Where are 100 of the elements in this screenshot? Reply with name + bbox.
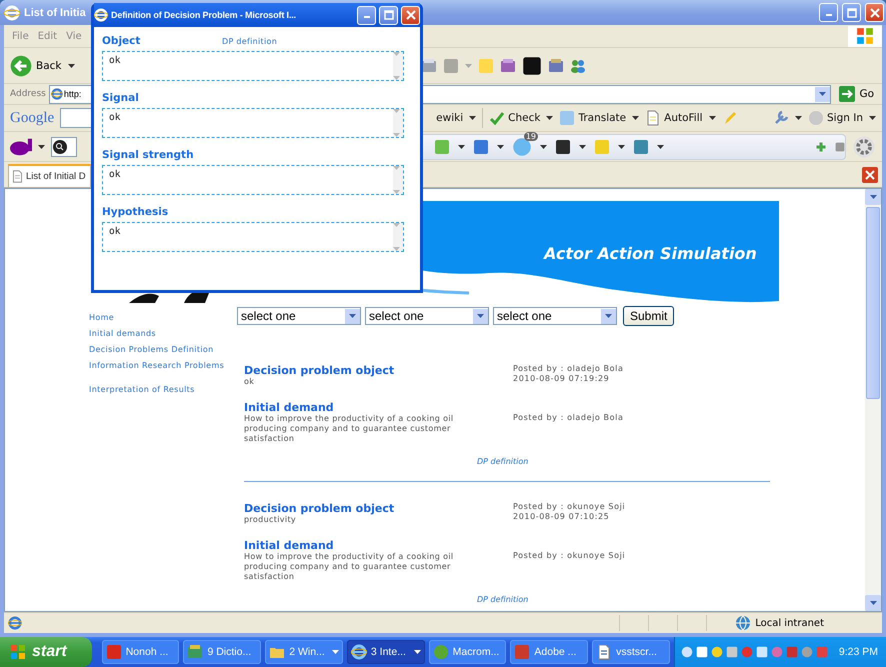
field-label: Signal strength — [102, 149, 195, 161]
tray-icon[interactable] — [740, 646, 753, 658]
mail-icon[interactable] — [473, 138, 489, 154]
submit-button[interactable]: Submit — [623, 306, 674, 326]
tray-icon[interactable] — [786, 646, 798, 658]
tray-icon[interactable] — [680, 646, 693, 658]
nav-link[interactable]: Initial demands — [89, 329, 229, 339]
caret-icon — [546, 116, 554, 120]
text-area[interactable]: ok — [102, 222, 404, 252]
toolbar-button[interactable]: ewiki — [436, 112, 464, 124]
nav-link[interactable]: Decision Problems Definition — [89, 345, 229, 355]
posted-by: Posted by : oladejo Bola — [513, 412, 624, 424]
tray-icon[interactable] — [726, 646, 738, 658]
plus-icon[interactable] — [815, 140, 827, 152]
caret-icon — [458, 144, 465, 148]
security-zone: Local intranet — [755, 618, 824, 628]
search-icon — [52, 138, 68, 154]
toolbar-button[interactable]: Translate — [559, 110, 626, 126]
caret-icon — [819, 92, 826, 96]
tray-icon[interactable] — [816, 646, 828, 658]
search-field[interactable] — [51, 136, 77, 156]
close-icon — [406, 10, 416, 20]
definition-link[interactable]: DP definition — [477, 457, 528, 466]
scroll-down-icon — [393, 76, 400, 80]
minimize-button[interactable] — [819, 3, 838, 22]
taskbar-button[interactable]: 3 Inte... — [346, 640, 425, 664]
select-dropdown[interactable]: select one — [365, 307, 489, 325]
bookmark-icon[interactable] — [434, 138, 450, 154]
books-icon[interactable] — [548, 58, 564, 74]
back-button[interactable]: Back — [10, 54, 62, 76]
field-label: Signal — [102, 92, 140, 104]
caret-icon — [349, 314, 356, 318]
document-icon — [596, 644, 612, 660]
field-label: Hypothesis — [102, 206, 170, 218]
posted-by: Posted by : oladejo Bola — [513, 364, 624, 374]
document-icon — [514, 644, 530, 660]
nav-link[interactable]: Information Research Problems — [89, 361, 229, 371]
taskbar-button[interactable]: 9 Dictio... — [183, 640, 262, 664]
taskbar-button[interactable]: Nonoh ... — [102, 640, 180, 664]
caret-icon — [618, 144, 625, 148]
address-label: Address — [10, 89, 46, 99]
caret-icon — [579, 144, 586, 148]
flag-icon — [856, 27, 874, 45]
text-area[interactable]: ok — [102, 51, 404, 81]
browser-tab[interactable]: List of Initial D — [8, 164, 91, 187]
shield-icon[interactable] — [633, 138, 649, 154]
chart-icon[interactable] — [555, 138, 571, 154]
clock: 9:23 PM — [838, 646, 878, 658]
taskbar-button[interactable]: vsstscr... — [592, 640, 670, 664]
block-icon[interactable] — [522, 56, 542, 76]
close-button[interactable] — [401, 6, 420, 24]
sign-in-button[interactable]: Sign In — [808, 110, 863, 126]
translate-icon — [559, 110, 576, 126]
nav-link[interactable]: Home — [89, 313, 229, 323]
taskbar-button[interactable]: 2 Win... — [265, 640, 343, 664]
post-text: How to improve the productivity of a cooking oil producing company and to guarantee customer satisfaction — [244, 414, 454, 444]
taskbar-button[interactable]: Adobe ... — [510, 640, 588, 664]
taskbar-button[interactable]: Macrom... — [428, 640, 506, 664]
tray-icon[interactable] — [710, 646, 723, 658]
globe-icon — [735, 615, 752, 631]
post-value: ok — [244, 377, 256, 387]
scroll-up-icon — [393, 166, 400, 170]
edit-icon[interactable] — [500, 58, 516, 74]
wrench-icon[interactable] — [773, 110, 789, 126]
browser-icon — [4, 4, 20, 20]
window-title: List of Initia — [24, 6, 86, 18]
browser-icon — [350, 644, 367, 660]
text-area[interactable]: ok — [102, 108, 404, 138]
go-button[interactable]: Go — [837, 86, 876, 102]
definition-link[interactable]: DP definition — [477, 595, 528, 604]
nav-link[interactable]: Interpretation of Results — [89, 385, 229, 395]
caret-icon — [332, 650, 339, 654]
people-icon[interactable] — [570, 58, 586, 74]
page-icon[interactable] — [442, 58, 458, 74]
caret-icon — [497, 144, 504, 148]
select-dropdown[interactable]: select one — [237, 307, 361, 325]
tray-icon[interactable] — [696, 646, 708, 658]
scroll-down-icon — [393, 247, 400, 251]
post-value: productivity — [244, 515, 298, 525]
definition-link[interactable]: DP definition — [222, 37, 278, 46]
tray-icon[interactable] — [756, 646, 768, 658]
caret-icon — [464, 64, 472, 68]
caret-icon — [38, 144, 45, 148]
maximize-button[interactable] — [379, 6, 398, 24]
select-dropdown[interactable]: select one — [493, 307, 617, 325]
toolbar-button[interactable]: Check — [489, 110, 540, 126]
form-icon — [645, 110, 662, 126]
settings-icon[interactable] — [852, 134, 876, 158]
text-area[interactable]: ok — [102, 165, 404, 195]
toolbar-button[interactable]: AutoFill — [645, 110, 703, 126]
maximize-icon — [384, 10, 394, 20]
close-icon[interactable] — [862, 167, 878, 183]
minimize-button[interactable] — [357, 6, 376, 24]
caret-icon — [469, 116, 476, 120]
close-button[interactable] — [865, 3, 884, 22]
maximize-button[interactable] — [842, 3, 861, 22]
post-text: How to improve the productivity of a cooking oil producing company and to guarantee customer satisfaction — [244, 552, 454, 582]
scrollbar[interactable] — [865, 189, 881, 611]
banner-title: Actor Action Simulation — [544, 244, 757, 263]
caret-icon — [869, 116, 876, 120]
